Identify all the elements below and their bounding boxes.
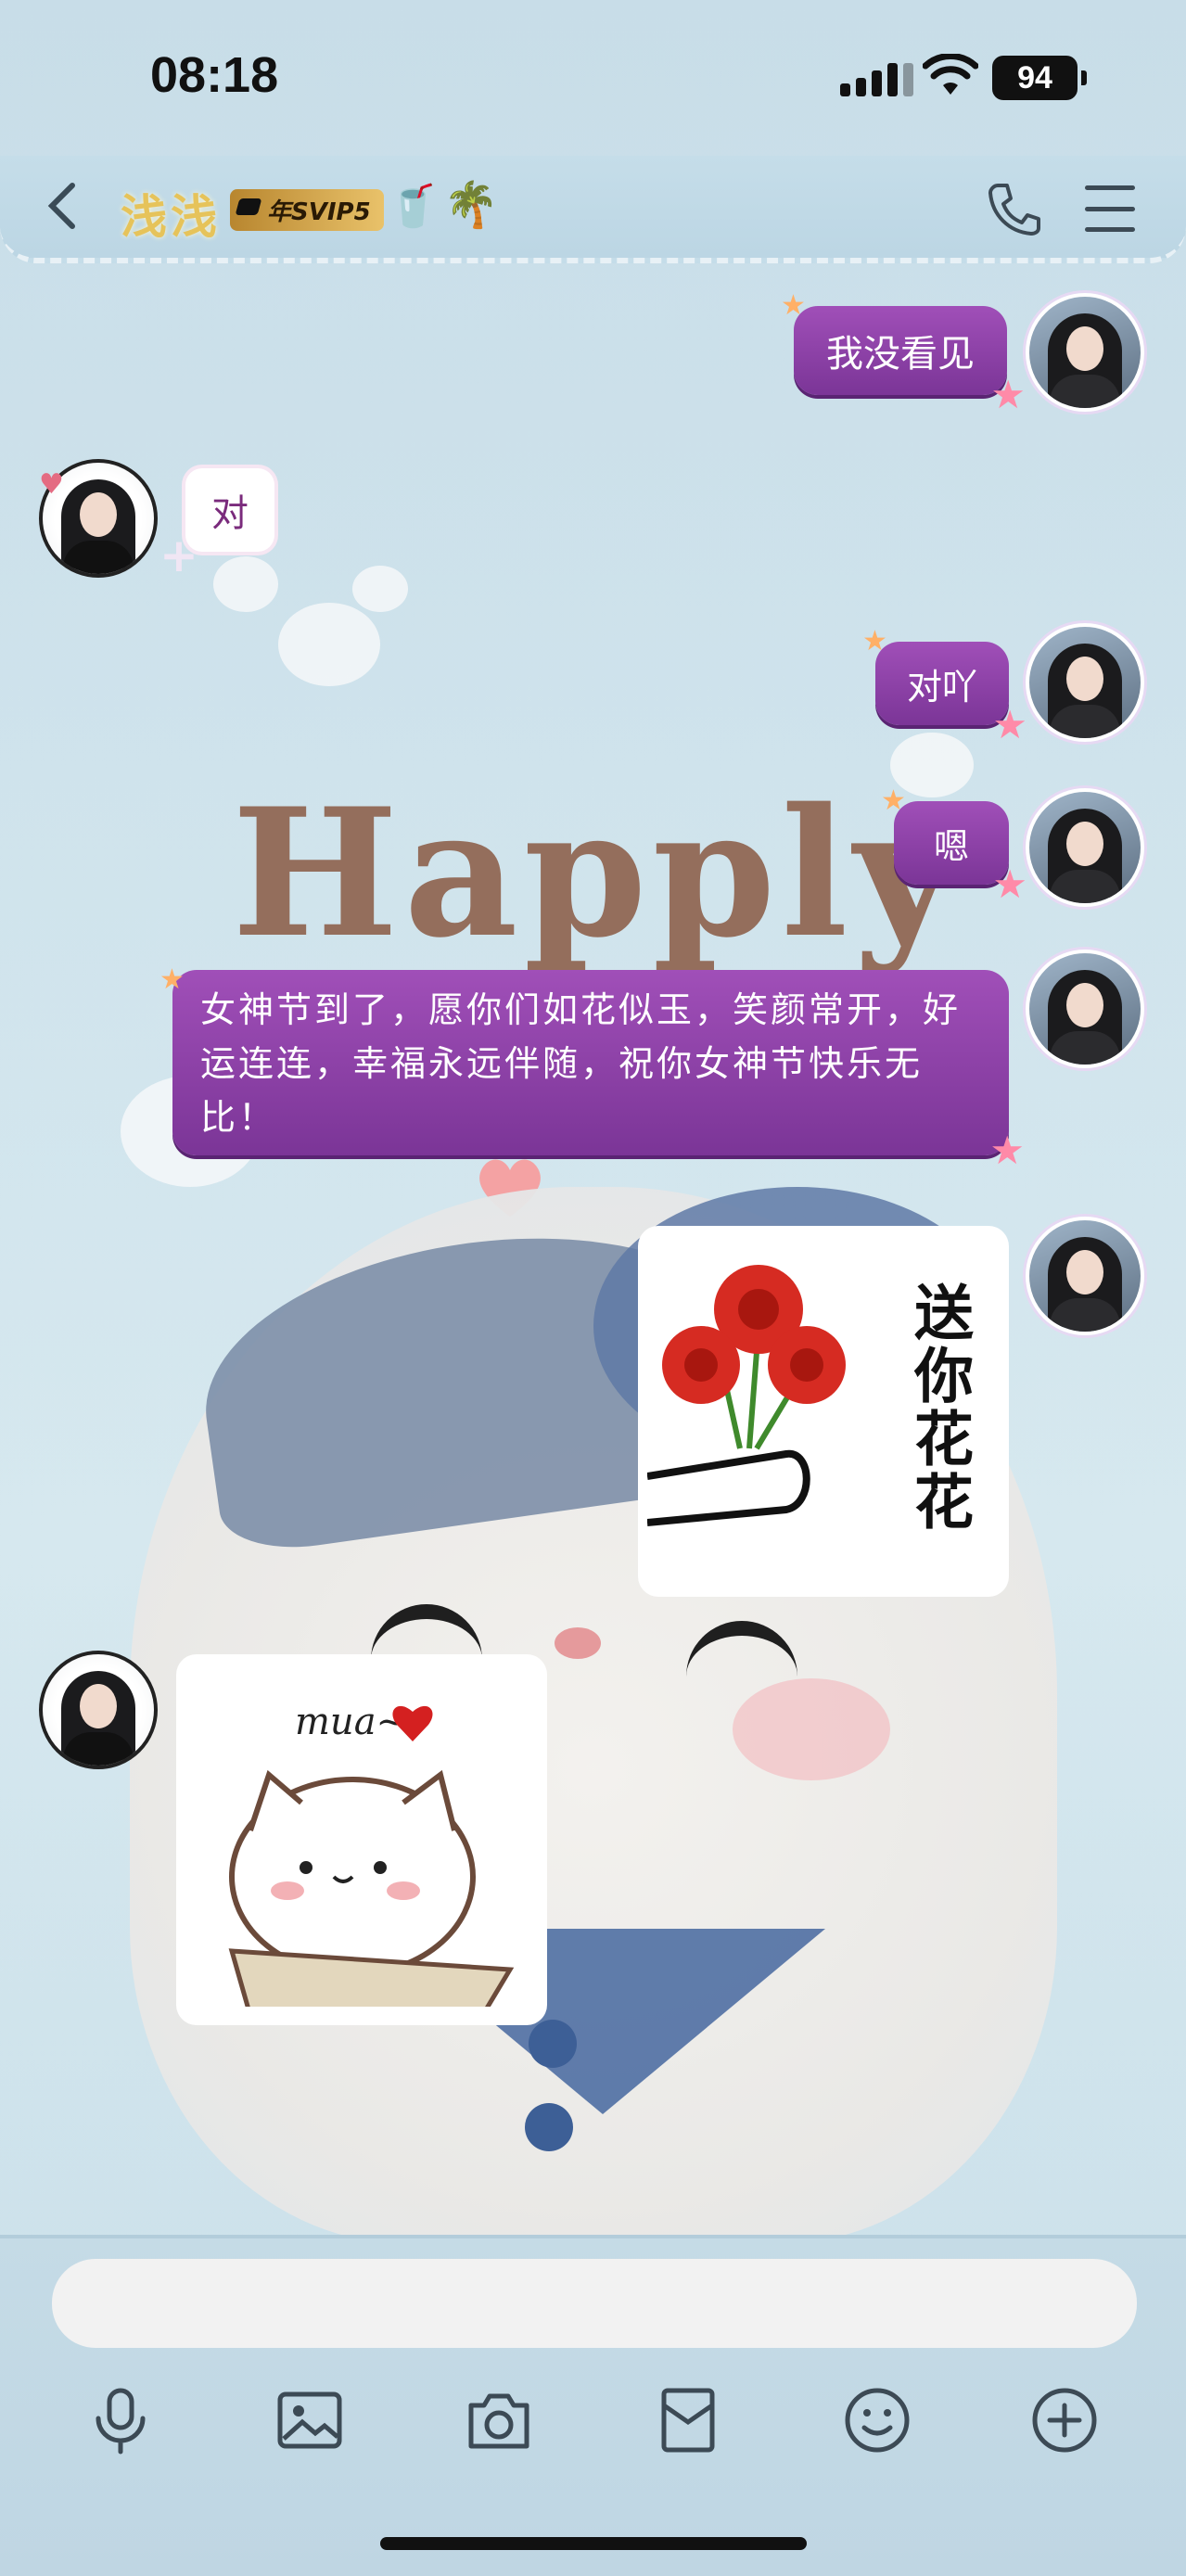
- drink-icon[interactable]: 🥤: [388, 182, 439, 230]
- image-icon[interactable]: [274, 2385, 345, 2455]
- phone-icon[interactable]: [985, 180, 1044, 239]
- palm-tree-icon[interactable]: 🌴: [443, 178, 499, 231]
- avatar[interactable]: [1026, 1217, 1144, 1335]
- message-bubble[interactable]: ★ 女神节到了，愿你们如花似玉，笑颜常开，好运连连，幸福永远伴随，祝你女神节快乐无…: [159, 963, 1025, 1173]
- cat-sticker-icon: [228, 1705, 515, 2007]
- camera-icon[interactable]: [464, 2385, 534, 2455]
- contact-name[interactable]: 浅浅: [121, 180, 221, 247]
- avatar[interactable]: [1026, 293, 1144, 412]
- clock: 08:18: [150, 47, 279, 103]
- message-input[interactable]: [52, 2259, 1137, 2348]
- avatar[interactable]: [1026, 950, 1144, 1068]
- emoji-icon[interactable]: [842, 2385, 912, 2455]
- message-bubble[interactable]: 对: [185, 468, 274, 552]
- microphone-icon[interactable]: [85, 2385, 156, 2455]
- avatar[interactable]: [1026, 788, 1144, 907]
- message-bubble[interactable]: ★ 嗯 ★: [881, 784, 1027, 907]
- avatar[interactable]: [39, 1651, 158, 1769]
- plus-icon[interactable]: [1029, 2385, 1100, 2455]
- wifi-icon: [923, 54, 978, 95]
- vip-badge[interactable]: 年SVIP5: [230, 189, 384, 231]
- battery-indicator: 94: [992, 56, 1087, 100]
- red-packet-icon[interactable]: [653, 2385, 723, 2455]
- status-bar: 08:18 94: [0, 0, 1186, 158]
- back-icon[interactable]: [37, 178, 93, 234]
- avatar[interactable]: [1026, 623, 1144, 742]
- message-bubble[interactable]: ★ 对吖 ★: [862, 625, 1027, 747]
- mua-sticker[interactable]: mua~: [176, 1654, 547, 2025]
- roses-icon: [647, 1265, 846, 1526]
- heart-icon: ♥: [39, 468, 64, 501]
- menu-icon[interactable]: [1085, 185, 1135, 232]
- sticker-caption: 送你花花: [904, 1282, 973, 1534]
- message-bubble[interactable]: ★ 我没看见 ★: [781, 289, 1026, 417]
- cellular-signal-icon: [840, 63, 913, 96]
- wallpaper-text: Happly: [232, 770, 962, 976]
- home-indicator[interactable]: [380, 2537, 807, 2550]
- flower-sticker[interactable]: 送你花花: [638, 1226, 1009, 1597]
